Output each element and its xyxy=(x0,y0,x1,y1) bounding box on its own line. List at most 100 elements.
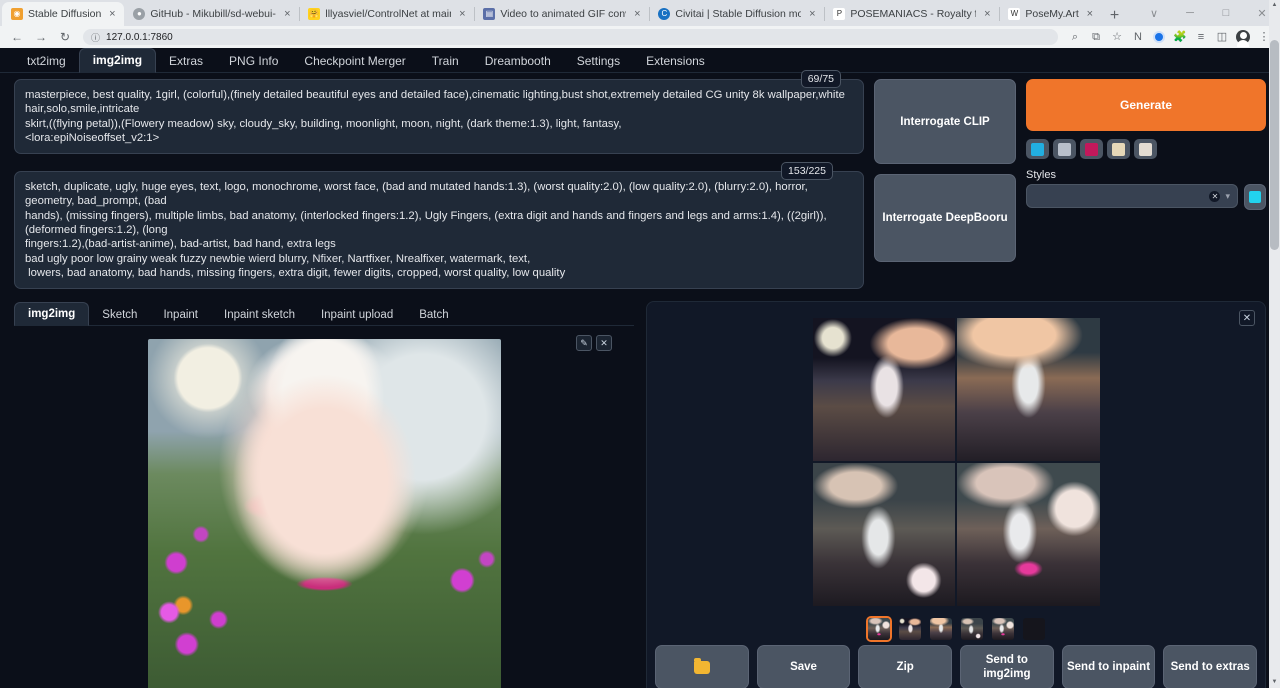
tab-extras[interactable]: Extras xyxy=(156,50,216,73)
notion-extension-icon[interactable]: N xyxy=(1128,27,1148,47)
negative-prompt-line: hands), (missing fingers), multiple limb… xyxy=(25,209,853,238)
styles-select[interactable]: ✕ ▾ xyxy=(1026,184,1238,208)
subtab-img2img[interactable]: img2img xyxy=(14,302,89,326)
profile-avatar-icon[interactable] xyxy=(1233,27,1253,47)
gallery-close-icon[interactable]: ✕ xyxy=(1239,310,1255,326)
browser-tab-civitai[interactable]: C Civitai | Stable Diffusion models × xyxy=(649,2,824,26)
close-icon[interactable]: × xyxy=(1084,8,1096,20)
source-image[interactable] xyxy=(148,339,501,688)
browser-tab-controlnet[interactable]: 🤗 lllyasviel/ControlNet at main × xyxy=(299,2,474,26)
close-icon[interactable]: × xyxy=(981,8,993,20)
zip-button[interactable]: Zip xyxy=(858,645,952,688)
gallery-thumbnail[interactable] xyxy=(990,616,1016,642)
save-button[interactable]: Save xyxy=(757,645,851,688)
subtab-inpaint-sketch[interactable]: Inpaint sketch xyxy=(211,304,308,326)
toolbar-icons: ⌕ ⧉ ☆ N 🧩 ≡ ◫ ⋮ xyxy=(1065,27,1274,47)
puzzle-extension-icon[interactable]: 🧩 xyxy=(1170,27,1190,47)
gallery-cell[interactable] xyxy=(957,463,1100,606)
blue-extension-icon[interactable] xyxy=(1149,27,1169,47)
gallery-thumbnail[interactable] xyxy=(897,616,923,642)
page-scrollbar[interactable]: ▲ ▼ xyxy=(1269,0,1280,688)
send-to-inpaint-button[interactable]: Send to inpaint xyxy=(1062,645,1156,688)
browser-tab-posemaniacs[interactable]: P POSEMANIACS - Royalty free 3 × xyxy=(824,2,999,26)
gallery-thumbnail[interactable] xyxy=(866,616,892,642)
arrow-down-left-icon[interactable] xyxy=(1026,139,1049,159)
gallery-thumbnail[interactable] xyxy=(959,616,985,642)
window-minimize-dropdown[interactable]: ∨ xyxy=(1136,7,1172,20)
save-style-icon[interactable] xyxy=(1134,139,1157,159)
sidepanel-icon[interactable]: ◫ xyxy=(1212,27,1232,47)
open-folder-button[interactable] xyxy=(655,645,749,688)
address-bar[interactable]: ⓘ 127.0.0.1:7860 xyxy=(83,29,1058,45)
lower-panels: img2img Sketch Inpaint Inpaint sketch In… xyxy=(14,301,1266,688)
generate-button[interactable]: Generate xyxy=(1026,79,1266,131)
tab-dreambooth[interactable]: Dreambooth xyxy=(472,50,564,73)
gallery-cell[interactable] xyxy=(957,318,1100,461)
close-icon[interactable]: ✕ xyxy=(596,335,612,351)
subtab-batch[interactable]: Batch xyxy=(406,304,461,326)
window-minimize-button[interactable]: ─ xyxy=(1172,7,1208,19)
gallery-grid[interactable] xyxy=(813,318,1100,606)
interrogate-deepbooru-button[interactable]: Interrogate DeepBooru xyxy=(874,174,1016,262)
subtab-inpaint-upload[interactable]: Inpaint upload xyxy=(308,304,406,326)
close-icon[interactable]: × xyxy=(456,8,468,20)
back-icon[interactable]: ← xyxy=(6,27,28,47)
gallery-thumbnail[interactable] xyxy=(928,616,954,642)
tab-img2img[interactable]: img2img xyxy=(79,48,156,73)
prompt-row: 69/75 masterpiece, best quality, 1girl, … xyxy=(14,79,1266,289)
gallery-action-row: Save Zip Send to img2img Send to inpaint… xyxy=(655,645,1257,688)
subtab-sketch[interactable]: Sketch xyxy=(89,304,150,326)
tab-train[interactable]: Train xyxy=(419,50,472,73)
gallery-thumbnail[interactable] xyxy=(1021,616,1047,642)
pencil-icon[interactable]: ✎ xyxy=(576,335,592,351)
browser-tab-posemyart[interactable]: W PoseMy.Art × xyxy=(999,2,1101,26)
paste-icon[interactable] xyxy=(1080,139,1103,159)
main-tab-bar: txt2img img2img Extras PNG Info Checkpoi… xyxy=(0,48,1280,73)
interrogate-clip-button[interactable]: Interrogate CLIP xyxy=(874,79,1016,164)
styles-clear-icon[interactable]: ✕ xyxy=(1209,191,1220,202)
prompt-textarea[interactable]: 69/75 masterpiece, best quality, 1girl, … xyxy=(14,79,864,154)
negative-prompt-line: bad ugly poor low grainy weak fuzzy newb… xyxy=(25,252,853,266)
close-icon[interactable]: × xyxy=(806,8,818,20)
browser-tab-stable-diffusion[interactable]: ◉ Stable Diffusion × xyxy=(2,2,124,26)
scroll-up-icon[interactable]: ▲ xyxy=(1269,0,1280,11)
trash-icon[interactable] xyxy=(1053,139,1076,159)
scroll-down-icon[interactable]: ▼ xyxy=(1269,677,1280,688)
browser-tab-gif-converter[interactable]: ▤ Video to animated GIF converter × xyxy=(474,2,649,26)
tab-extensions[interactable]: Extensions xyxy=(633,50,718,73)
gallery-image-art xyxy=(957,463,1100,606)
send-to-img2img-button[interactable]: Send to img2img xyxy=(960,645,1054,688)
zoom-icon[interactable]: ⌕ xyxy=(1065,27,1085,47)
tab-png-info[interactable]: PNG Info xyxy=(216,50,291,73)
source-image-area[interactable]: ✎ ✕ xyxy=(14,326,634,688)
subtab-inpaint[interactable]: Inpaint xyxy=(150,304,211,326)
refresh-styles-button[interactable] xyxy=(1244,184,1266,210)
negative-prompt-textarea[interactable]: 153/225 sketch, duplicate, ugly, huge ey… xyxy=(14,171,864,289)
window-maximize-button[interactable]: □ xyxy=(1208,7,1244,19)
close-icon[interactable]: × xyxy=(631,8,643,20)
browser-tab-github[interactable]: ● GitHub - Mikubill/sd-webui-con × xyxy=(124,2,299,26)
tab-checkpoint-merger[interactable]: Checkpoint Merger xyxy=(291,50,418,73)
bookmark-star-icon[interactable]: ☆ xyxy=(1107,27,1127,47)
browser-tab-title: GitHub - Mikubill/sd-webui-con xyxy=(150,8,276,20)
scrollbar-thumb[interactable] xyxy=(1270,40,1279,250)
prompt-tool-icons xyxy=(1026,139,1266,159)
tab-settings[interactable]: Settings xyxy=(564,50,633,73)
close-icon[interactable]: × xyxy=(281,8,293,20)
tab-txt2img[interactable]: txt2img xyxy=(14,50,79,73)
gallery-cell[interactable] xyxy=(813,318,956,461)
gallery-image-art xyxy=(813,318,956,461)
send-to-extras-button[interactable]: Send to extras xyxy=(1163,645,1257,688)
thumbnail-art xyxy=(1023,618,1045,640)
close-icon[interactable]: × xyxy=(106,8,118,20)
posemaniacs-icon: P xyxy=(833,8,845,20)
clipboard-icon[interactable] xyxy=(1107,139,1130,159)
gallery-cell[interactable] xyxy=(813,463,956,606)
reload-icon[interactable]: ↻ xyxy=(54,27,76,47)
new-tab-button[interactable]: + xyxy=(1102,8,1127,26)
share-icon[interactable]: ⧉ xyxy=(1086,27,1106,47)
reading-list-icon[interactable]: ≡ xyxy=(1191,27,1211,47)
forward-icon[interactable]: → xyxy=(30,27,52,47)
site-info-icon[interactable]: ⓘ xyxy=(91,31,100,44)
chevron-down-icon[interactable]: ▾ xyxy=(1225,191,1230,202)
